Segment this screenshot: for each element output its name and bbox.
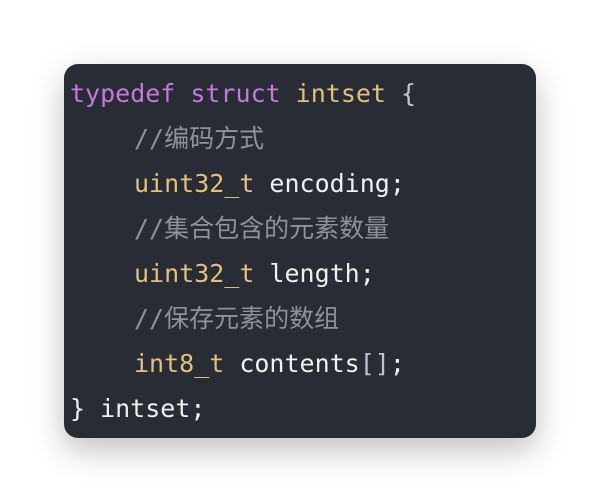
keyword-typedef: typedef: [70, 79, 176, 108]
code-line-7: int8_t contents[];: [70, 341, 530, 386]
struct-name: intset: [295, 79, 386, 108]
array-brackets: []: [359, 349, 390, 378]
field-name-contents: contents: [239, 349, 360, 378]
close-brace: }: [70, 394, 86, 423]
code-line-2: //编码方式: [70, 116, 530, 161]
typedef-alias: intset: [100, 394, 191, 423]
keyword-struct: struct: [190, 79, 281, 108]
field-name-encoding: encoding: [269, 169, 390, 198]
semicolon: ;: [389, 349, 405, 378]
field-type-encoding: uint32_t: [134, 169, 255, 198]
comment-length: //集合包含的元素数量: [134, 214, 390, 243]
code-line-5: uint32_t length;: [70, 251, 530, 296]
field-type-contents: int8_t: [134, 349, 225, 378]
field-name-length: length: [269, 259, 360, 288]
field-type-length: uint32_t: [134, 259, 255, 288]
comment-contents: //保存元素的数组: [134, 304, 340, 333]
code-line-4: //集合包含的元素数量: [70, 206, 530, 251]
semicolon: ;: [359, 259, 375, 288]
open-brace: {: [400, 79, 417, 108]
code-line-6: //保存元素的数组: [70, 296, 530, 341]
code-snippet-panel: typedef struct intset { //编码方式 uint32_t enco…: [64, 64, 536, 438]
code-block: typedef struct intset { //编码方式 uint32_t enco…: [70, 71, 530, 432]
semicolon: ;: [389, 169, 405, 198]
code-line-8: } intset;: [70, 386, 530, 431]
comment-encoding: //编码方式: [134, 124, 265, 153]
code-line-3: uint32_t encoding;: [70, 161, 530, 206]
semicolon: ;: [190, 394, 206, 423]
code-line-1: typedef struct intset {: [70, 71, 530, 116]
